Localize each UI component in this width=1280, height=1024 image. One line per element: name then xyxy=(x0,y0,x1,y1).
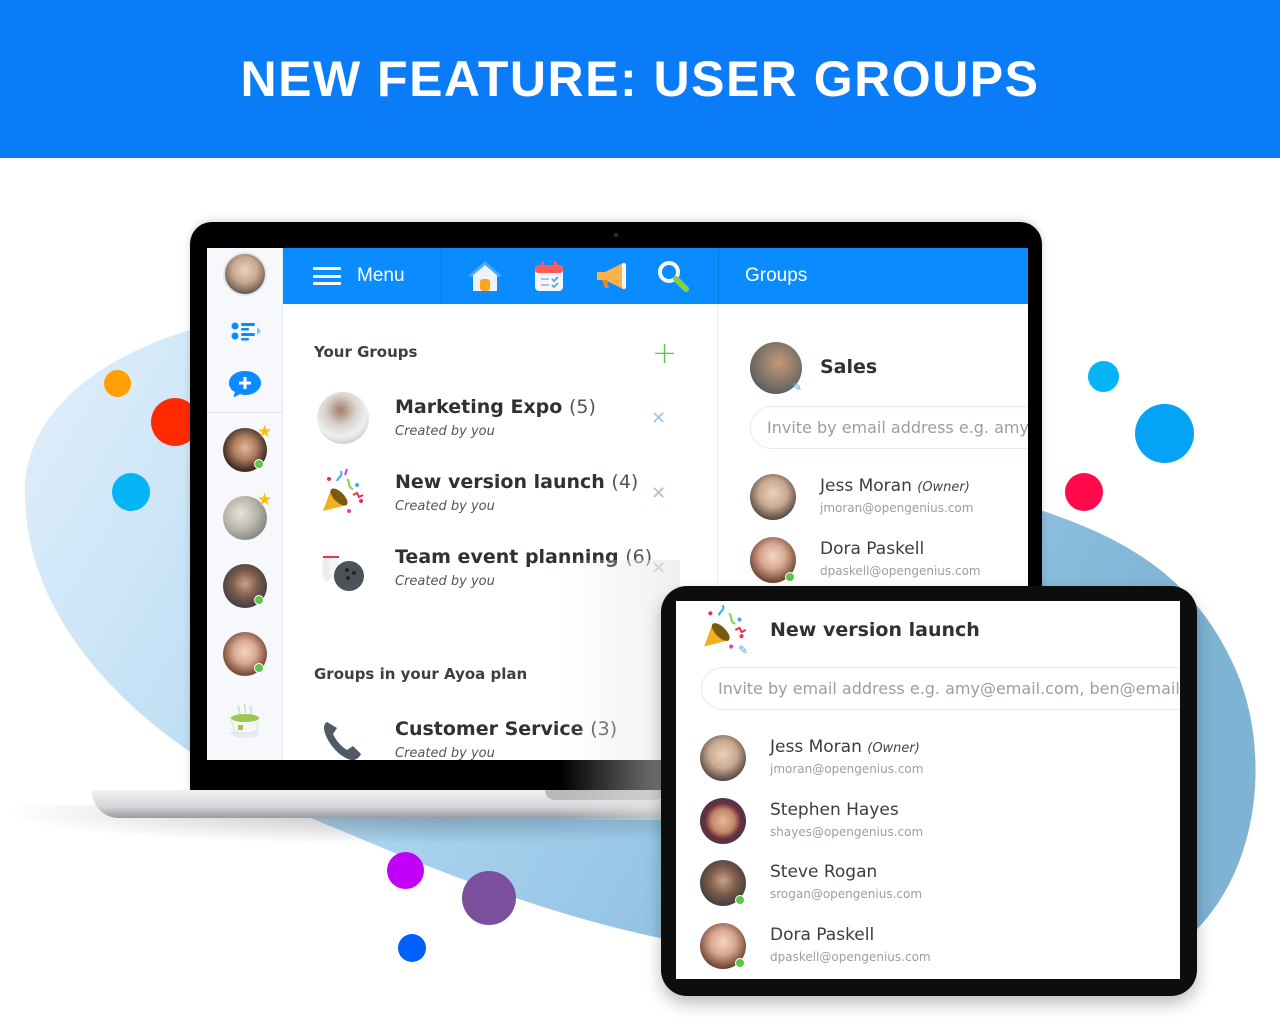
megaphone-icon[interactable] xyxy=(593,259,629,293)
online-status-icon xyxy=(254,595,264,605)
groups-list-panel: Your Groups + Marketing Expo (5) Created… xyxy=(283,304,718,760)
invite-email-input[interactable]: Invite by email address e.g. amy@email.c… xyxy=(701,667,1180,710)
member-email: dpaskell@opengenius.com xyxy=(820,564,981,578)
decor-dot xyxy=(112,473,150,511)
edit-pencil-icon[interactable]: ✎ xyxy=(738,643,748,657)
member-avatar xyxy=(700,798,746,844)
menu-label: Menu xyxy=(357,265,405,286)
member-email: srogan@opengenius.com xyxy=(770,887,923,901)
profile-avatar[interactable] xyxy=(223,252,267,296)
topbar-divider xyxy=(718,248,719,304)
decor-dot xyxy=(104,370,131,397)
online-status-icon xyxy=(735,895,745,905)
banner: NEW FEATURE: USER GROUPS xyxy=(0,0,1280,158)
decor-dot xyxy=(387,852,424,889)
decor-dot xyxy=(1135,404,1194,463)
bowling-icon xyxy=(322,552,364,591)
remove-group-icon[interactable]: ✕ xyxy=(651,408,666,429)
calendar-icon[interactable] xyxy=(531,259,567,293)
member-name: Dora Paskell xyxy=(770,925,875,945)
new-chat-icon[interactable] xyxy=(227,368,263,400)
marketing-photo-icon xyxy=(317,392,369,444)
member-name: Jess Moran (Owner) xyxy=(770,737,920,757)
laptop-notch xyxy=(545,790,665,800)
group-creator: Created by you xyxy=(395,574,495,589)
star-icon: ★ xyxy=(257,490,273,510)
phone-icon xyxy=(324,722,361,760)
tablet-screen: ✎ New version launch Invite by email add… xyxy=(676,601,1180,979)
group-title: New version launch xyxy=(770,619,980,641)
group-creator: Created by you xyxy=(395,499,495,514)
home-icon[interactable] xyxy=(467,259,503,293)
group-row[interactable]: Team event planning (6) Created by you ✕ xyxy=(317,538,697,598)
group-row[interactable]: New version launch (4) Created by you ✕ xyxy=(317,463,697,523)
banner-title: NEW FEATURE: USER GROUPS xyxy=(240,51,1040,107)
tea-cup-icon[interactable] xyxy=(225,700,265,740)
party-popper-icon xyxy=(323,468,364,513)
panel-title: Groups xyxy=(745,265,808,286)
member-email: dpaskell@opengenius.com xyxy=(770,950,931,964)
member-email: jmoran@opengenius.com xyxy=(820,501,974,515)
add-group-icon[interactable]: + xyxy=(652,339,677,369)
invite-email-input[interactable]: Invite by email address e.g. amy@email.c… xyxy=(750,406,1028,449)
member-avatar xyxy=(700,735,746,781)
member-row[interactable]: Jess Moran (Owner) jmoran@opengenius.com xyxy=(750,474,1028,524)
online-status-icon xyxy=(254,459,264,469)
edit-pencil-icon[interactable]: ✎ xyxy=(792,380,802,394)
star-icon: ★ xyxy=(257,422,273,442)
group-name: New version launch (4) xyxy=(395,471,639,493)
member-row[interactable]: Jess Moran (Owner) jmoran@opengenius.com xyxy=(700,735,1160,785)
group-creator: Created by you xyxy=(395,746,495,760)
decor-dot xyxy=(1065,473,1103,511)
member-name: Stephen Hayes xyxy=(770,800,899,820)
decor-dot xyxy=(1088,361,1119,392)
rail-divider xyxy=(207,412,283,413)
task-list-icon[interactable] xyxy=(229,318,263,344)
search-icon[interactable] xyxy=(655,259,691,293)
member-row[interactable]: Steve Rogan srogan@opengenius.com xyxy=(700,860,1160,910)
laptop-camera xyxy=(614,233,618,237)
member-email: jmoran@opengenius.com xyxy=(770,762,924,776)
group-name: Marketing Expo (5) xyxy=(395,396,596,418)
top-bar: Menu Groups xyxy=(283,248,1028,304)
your-groups-heading: Your Groups xyxy=(314,343,418,361)
group-row[interactable]: Marketing Expo (5) Created by you ✕ xyxy=(317,388,697,448)
group-creator: Created by you xyxy=(395,424,495,439)
hamburger-icon xyxy=(313,267,341,285)
member-avatar xyxy=(750,474,796,520)
plan-groups-heading: Groups in your Ayoa plan xyxy=(314,665,528,683)
decor-dot xyxy=(462,871,516,925)
member-row[interactable]: Dora Paskell dpaskell@opengenius.com xyxy=(750,537,1028,587)
group-row[interactable]: Customer Service (3) Created by you xyxy=(317,710,697,760)
icon-rail: ★ ★ xyxy=(207,248,283,760)
group-name: Team event planning (6) xyxy=(395,546,653,568)
member-row[interactable]: Stephen Hayes shayes@opengenius.com xyxy=(700,798,1160,848)
topbar-divider xyxy=(441,248,442,304)
remove-group-icon[interactable]: ✕ xyxy=(651,558,666,579)
member-row[interactable]: Dora Paskell dpaskell@opengenius.com xyxy=(700,923,1160,973)
group-name: Customer Service (3) xyxy=(395,718,618,740)
group-title: Sales xyxy=(820,356,878,378)
online-status-icon xyxy=(785,572,795,582)
menu-button[interactable]: Menu xyxy=(283,248,441,304)
decor-dot xyxy=(398,934,426,962)
member-email: shayes@opengenius.com xyxy=(770,825,924,839)
member-name: Dora Paskell xyxy=(820,539,925,559)
remove-group-icon[interactable]: ✕ xyxy=(651,483,666,504)
member-name: Steve Rogan xyxy=(770,862,878,882)
online-status-icon xyxy=(735,958,745,968)
member-name: Jess Moran (Owner) xyxy=(820,476,970,496)
online-status-icon xyxy=(254,663,264,673)
